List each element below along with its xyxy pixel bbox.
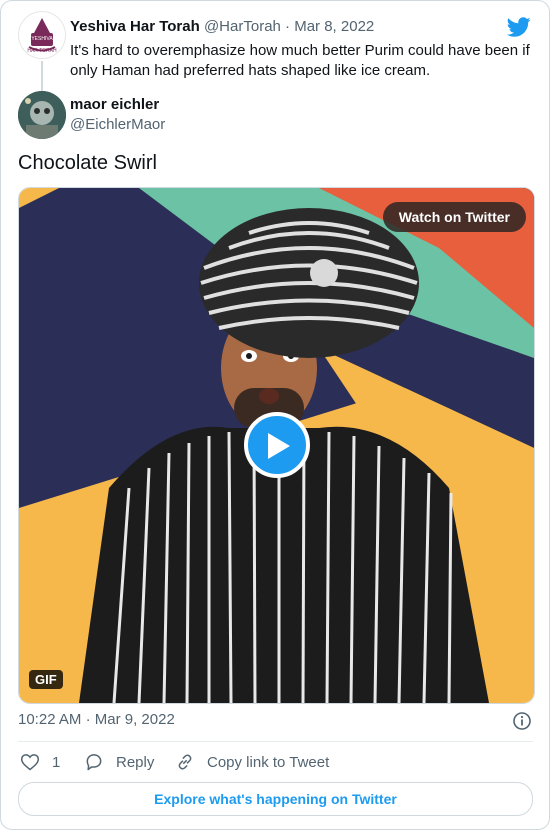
like-count: 1 — [52, 753, 61, 771]
tweet-timestamp[interactable]: 10:22 AM · Mar 9, 2022 — [18, 711, 175, 728]
info-icon[interactable] — [512, 711, 532, 731]
embedded-tweet-card: YESHIVA HAR TORAH Yeshiva Har Torah @Har… — [0, 0, 550, 830]
gif-badge: GIF — [29, 670, 63, 689]
author-name[interactable]: maor eichler — [70, 96, 159, 113]
parent-tweet[interactable]: YESHIVA HAR TORAH Yeshiva Har Torah @Har… — [18, 11, 533, 95]
parent-handle[interactable]: @HarTorah — [204, 18, 281, 35]
tweet-actions: 1 Reply Copy link to Tweet — [18, 751, 533, 773]
timestamp-separator: · — [85, 711, 91, 728]
explore-twitter-button[interactable]: Explore what's happening on Twitter — [18, 782, 533, 816]
parent-tweet-text: It's hard to overemphasize how much bett… — [70, 42, 530, 79]
twitter-bird-icon[interactable] — [507, 15, 531, 39]
parent-name[interactable]: Yeshiva Har Torah — [70, 18, 200, 35]
parent-header: Yeshiva Har Torah @HarTorah · Mar 8, 202… — [70, 18, 374, 35]
thread-connector-line — [41, 61, 43, 95]
divider — [18, 741, 533, 742]
tweet-author[interactable]: maor eichler @EichlerMaor — [18, 91, 418, 139]
author-avatar[interactable] — [18, 91, 66, 139]
heart-icon — [20, 754, 40, 771]
tweet-time[interactable]: 10:22 AM — [18, 711, 81, 728]
reply-icon — [86, 754, 102, 771]
reply-button[interactable]: Reply — [84, 751, 154, 773]
parent-avatar-wordmark-bottom: HAR TORAH — [27, 48, 57, 54]
tweet-text: Chocolate Swirl — [18, 152, 157, 174]
watch-on-twitter-button[interactable]: Watch on Twitter — [382, 202, 526, 232]
play-button[interactable] — [244, 412, 310, 478]
parent-date[interactable]: Mar 8, 2022 — [294, 18, 374, 35]
parent-avatar[interactable]: YESHIVA HAR TORAH — [18, 11, 66, 59]
like-button[interactable]: 1 — [20, 751, 60, 773]
parent-separator: · — [285, 18, 291, 35]
link-icon — [178, 754, 192, 770]
copy-link-label: Copy link to Tweet — [207, 753, 330, 771]
reply-label: Reply — [116, 753, 155, 771]
tweet-date[interactable]: Mar 9, 2022 — [95, 711, 175, 728]
parent-avatar-wordmark-top: YESHIVA — [31, 36, 53, 42]
play-icon — [268, 433, 290, 459]
copy-link-button[interactable]: Copy link to Tweet — [175, 751, 329, 773]
author-handle[interactable]: @EichlerMaor — [70, 116, 165, 133]
tweet-media-gif[interactable]: Watch on Twitter GIF — [18, 187, 535, 704]
